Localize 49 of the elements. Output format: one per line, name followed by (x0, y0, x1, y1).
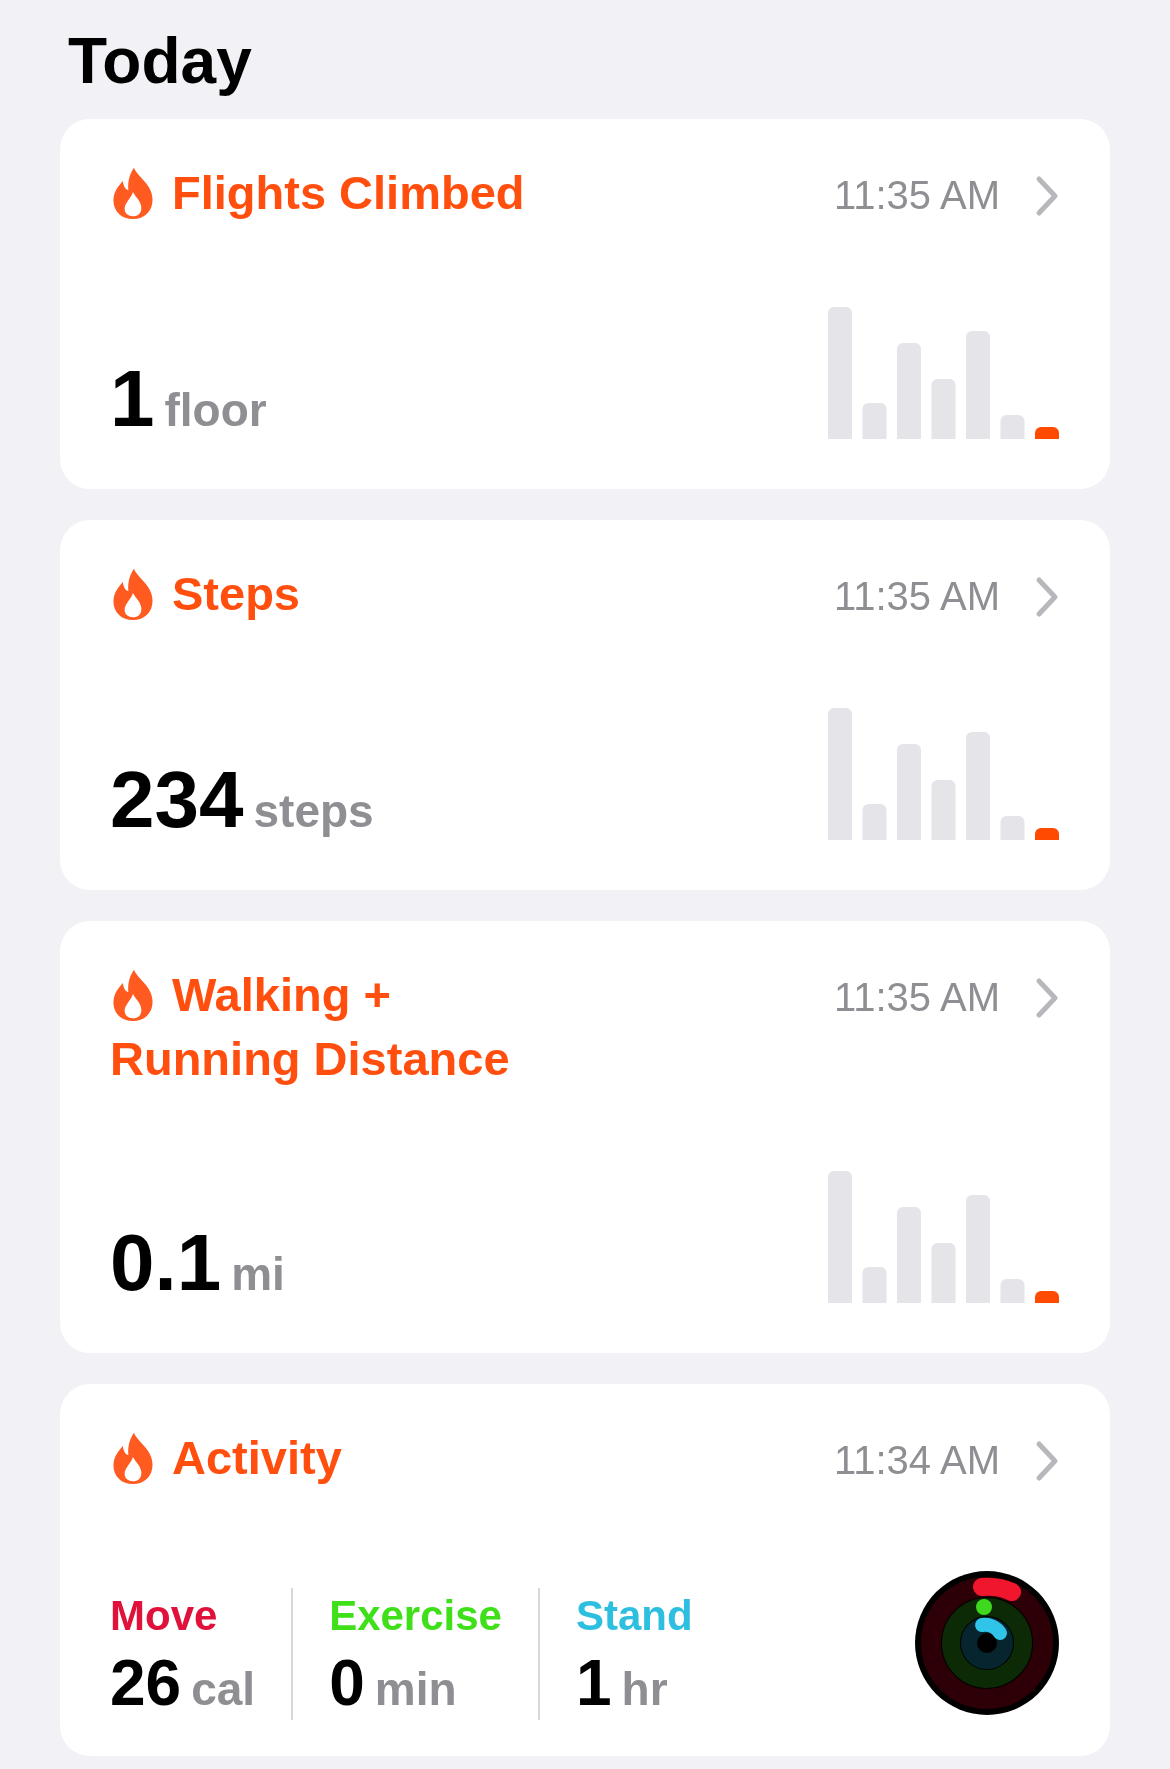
metric-unit: mi (231, 1247, 285, 1301)
card-title: Activity (172, 1430, 342, 1486)
stat-label: Exercise (329, 1591, 502, 1641)
chart-bar (931, 1243, 956, 1303)
timestamp: 11:35 AM (833, 974, 1000, 1021)
summary-card[interactable]: Walking + Running Distance 11:35 AM 0.1 mi (60, 921, 1110, 1353)
stat-unit: min (374, 1662, 457, 1716)
summary-card[interactable]: Flights Climbed 11:35 AM 1 floor (60, 119, 1110, 489)
metric-unit: floor (164, 383, 267, 437)
card-title: Running Distance (110, 1031, 511, 1087)
timestamp: 11:34 AM (833, 1437, 1000, 1484)
metric-value: 234 (110, 760, 244, 840)
summary-card[interactable]: Activity 11:34 AM Move 26 cal Exercise 0 min Stand 1 hr (60, 1384, 1110, 1756)
page-title: Today (68, 24, 253, 99)
chart-bar (931, 379, 956, 439)
stat-label: Move (110, 1591, 219, 1641)
stat-unit: cal (191, 1662, 256, 1716)
chart-bar (1000, 415, 1025, 439)
chart-bar (1000, 816, 1025, 840)
flame-icon (110, 567, 156, 621)
flame-icon (110, 166, 156, 220)
chart-bar (862, 1267, 887, 1303)
flame-icon (110, 1431, 156, 1485)
metric-value: 1 (110, 359, 155, 439)
chevron-right-icon[interactable] (1034, 175, 1060, 217)
timestamp: 11:35 AM (833, 573, 1000, 620)
chart-bar (1000, 1279, 1025, 1303)
stat-value: 26 (110, 1646, 182, 1720)
chart-bar (1035, 828, 1059, 840)
chart-bar (862, 804, 887, 840)
stat-unit: hr (621, 1662, 668, 1716)
summary-card[interactable]: Steps 11:35 AM 234 steps (60, 520, 1110, 890)
card-title: Steps (172, 566, 300, 622)
metric-value: 0.1 (110, 1223, 222, 1303)
chart-bar (1035, 1291, 1059, 1303)
chevron-right-icon[interactable] (1034, 977, 1060, 1019)
metric-unit: steps (253, 784, 374, 838)
chart-bar (931, 780, 956, 840)
card-title: Walking + (172, 967, 391, 1023)
stat-value: 0 (329, 1646, 365, 1720)
flame-icon (110, 968, 156, 1022)
stat-value: 1 (575, 1646, 612, 1720)
timestamp: 11:35 AM (833, 172, 1000, 219)
chart-bar (1035, 427, 1059, 439)
stat-label: Stand (575, 1591, 693, 1641)
chart-bar (862, 403, 887, 439)
card-title: Flights Climbed (172, 165, 525, 221)
chevron-right-icon[interactable] (1034, 1440, 1060, 1482)
chevron-right-icon[interactable] (1034, 576, 1060, 618)
